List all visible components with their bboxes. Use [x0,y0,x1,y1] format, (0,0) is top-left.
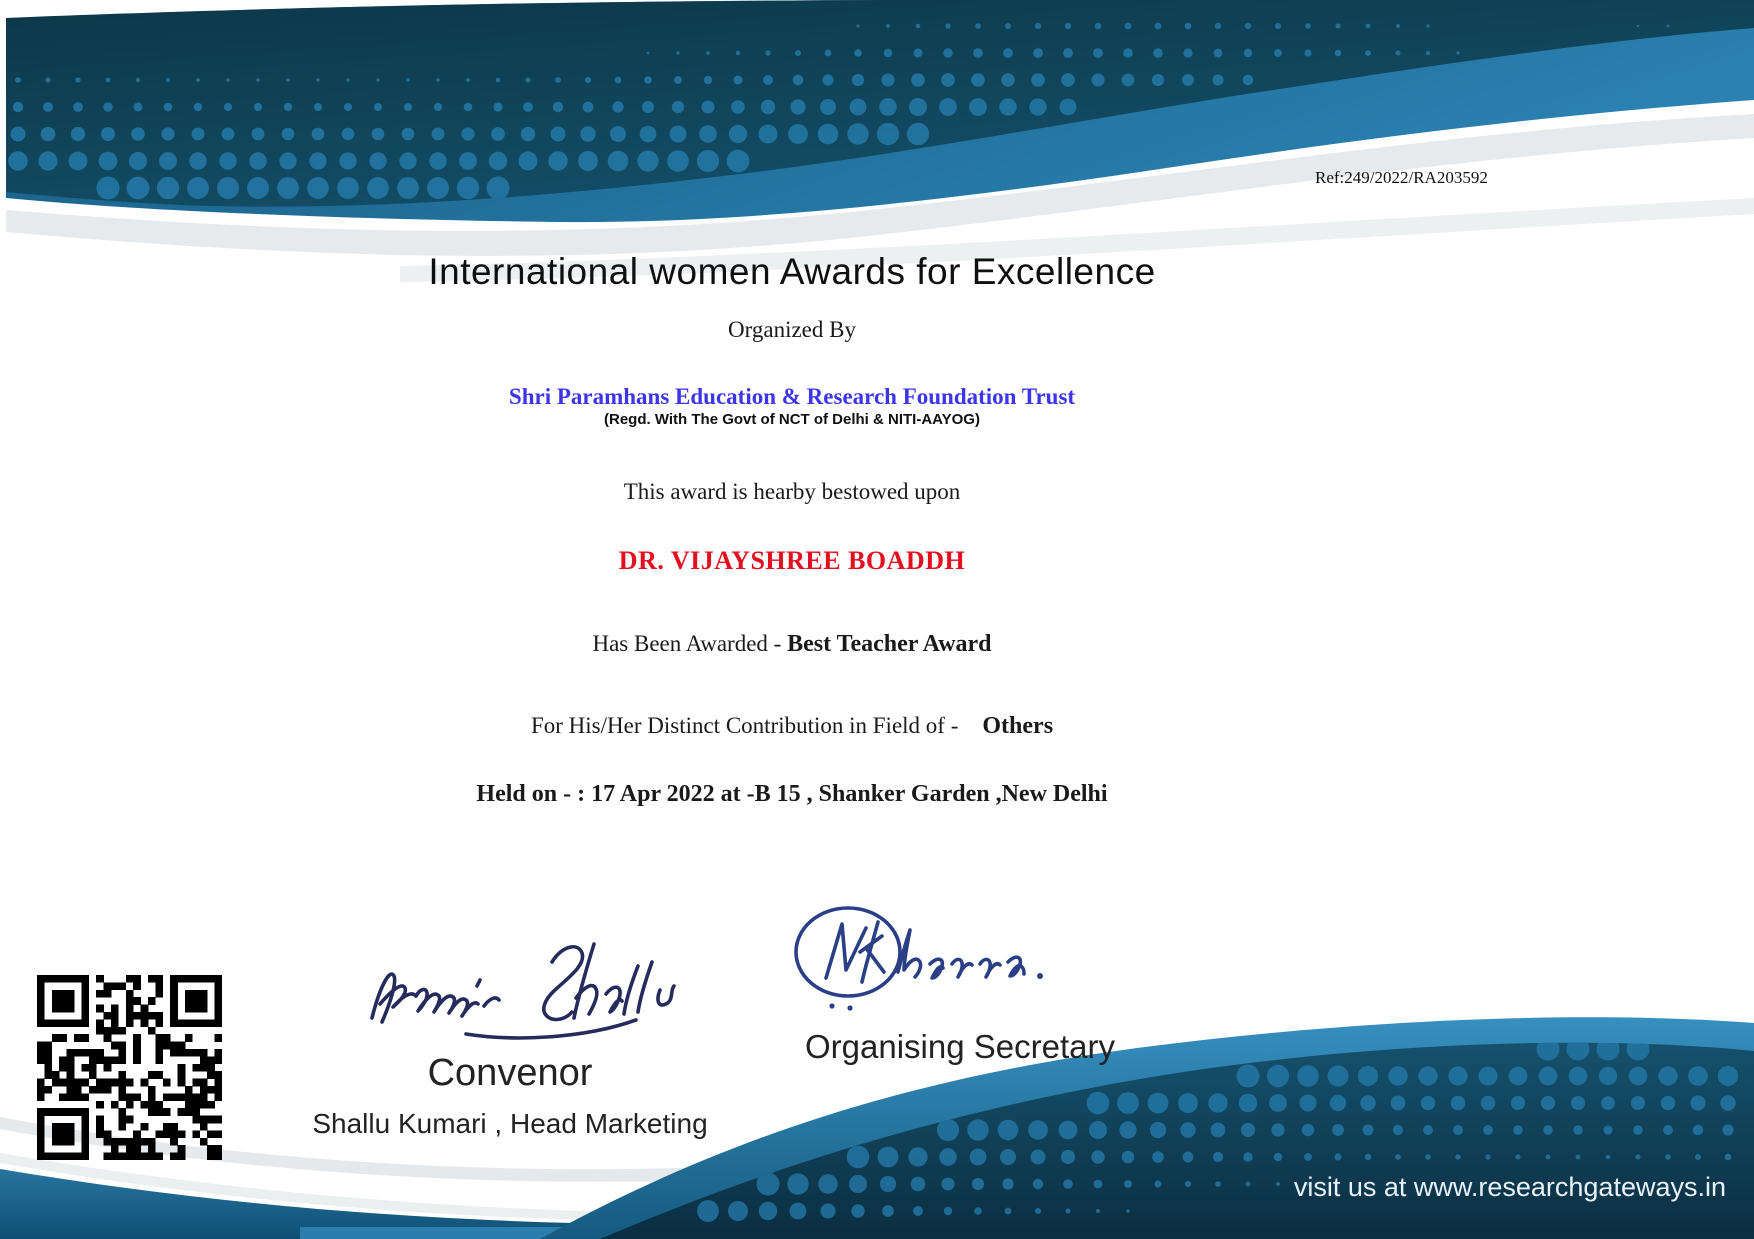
organized-by-label: Organized By [728,317,856,342]
field-value: Others [982,713,1054,739]
organization-name: Shri Paramhans Education & Research Foun… [508,384,1076,409]
organising-secretary-title: Organising Secretary [805,1028,1115,1065]
certificate-page: Ref:249/2022/RA203592 International wome… [0,0,1754,1239]
award-line: Has Been Awarded - Best Teacher Award [0,631,1584,658]
recipient-name: DR. VIJAYSHREE BOADDH [618,546,966,575]
convenor-title: Convenor [427,1052,593,1094]
convenor-signatory-block: Convenor Shallu Kumari , Head Marketing [310,1052,710,1140]
certificate-title: International women Awards for Excellenc… [428,251,1156,292]
reference-number: Ref:249/2022/RA203592 [1315,168,1488,187]
secretary-signatory-block: Organising Secretary [790,1028,1130,1066]
event-details-line: Held on - : 17 Apr 2022 at -B 15 , Shank… [476,781,1108,807]
field-line-prefix: For His/Her Distinct Contribution in Fie… [530,713,959,738]
award-name: Best Teacher Award [787,631,992,657]
convenor-name-detail: Shallu Kumari , Head Marketing [312,1108,708,1139]
organization-registration: (Regd. With The Govt of NCT of Delhi & N… [604,411,980,428]
qr-code [37,975,222,1160]
field-line: For His/Her Distinct Contribution in Fie… [0,713,1584,740]
convenor-signature-image [370,942,676,1040]
top-wave-decoration [6,0,1754,282]
bestowed-line: This award is hearby bestowed upon [623,479,961,504]
website-line: visit us at www.researchgateways.in [1293,1172,1726,1202]
award-line-prefix: Has Been Awarded - [592,631,788,656]
secretary-signature-image [794,906,1043,1011]
